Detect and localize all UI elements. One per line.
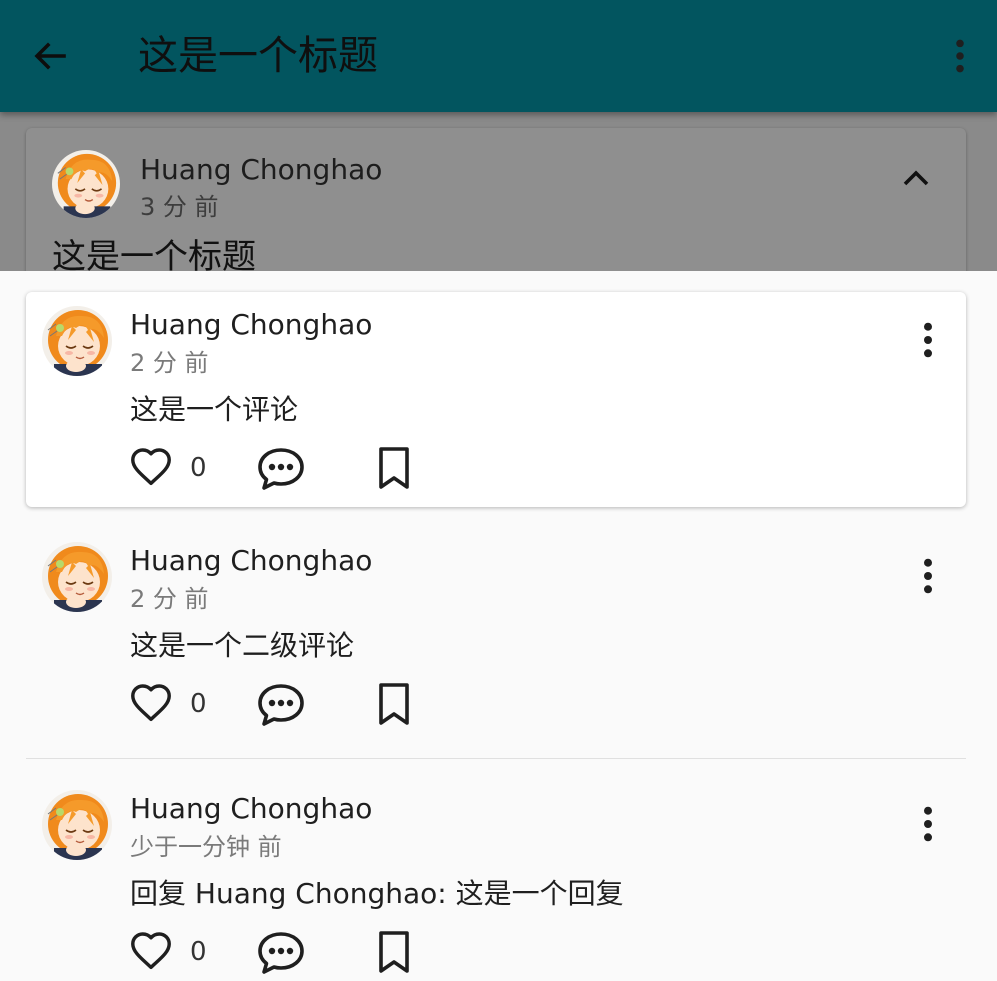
bookmark-button[interactable] bbox=[374, 680, 414, 728]
comments-sheet: Huang Chonghao 2 分 前 这是一个评论 0 Huang Chon… bbox=[0, 271, 997, 981]
heart-outline-icon bbox=[128, 681, 174, 727]
chevron-up-icon[interactable] bbox=[898, 160, 934, 196]
comment-bubble-icon bbox=[256, 680, 306, 728]
comment-author: Huang Chonghao bbox=[130, 308, 373, 341]
comment-content: 这是一个二级评论 bbox=[130, 629, 355, 662]
post-card: Huang Chonghao 3 分 前 这是一个标题 bbox=[26, 128, 966, 271]
more-vert-icon[interactable] bbox=[908, 556, 948, 596]
comment-item: Huang Chonghao 少于一分钟 前 回复 Huang Chonghao… bbox=[26, 776, 966, 981]
comment-item: Huang Chonghao 2 分 前 这是一个评论 0 bbox=[26, 292, 966, 507]
more-vert-icon[interactable] bbox=[938, 34, 982, 78]
more-vert-icon[interactable] bbox=[908, 320, 948, 360]
heart-outline-icon bbox=[128, 445, 174, 491]
comment-content: 这是一个评论 bbox=[130, 393, 299, 426]
like-button[interactable] bbox=[128, 928, 174, 976]
comment-bubble-icon bbox=[256, 444, 306, 492]
bookmark-button[interactable] bbox=[374, 928, 414, 976]
avatar bbox=[42, 790, 112, 860]
more-vert-icon[interactable] bbox=[908, 804, 948, 844]
like-count: 0 bbox=[190, 689, 207, 719]
heart-outline-icon bbox=[128, 929, 174, 975]
comment-time: 少于一分钟 前 bbox=[130, 833, 282, 861]
comment-content: 回复 Huang Chonghao: 这是一个回复 bbox=[130, 877, 624, 910]
avatar bbox=[52, 150, 120, 218]
like-count: 0 bbox=[190, 453, 207, 483]
avatar bbox=[42, 306, 112, 376]
comment-author: Huang Chonghao bbox=[130, 544, 373, 577]
reply-button[interactable] bbox=[256, 680, 306, 728]
comment-time: 2 分 前 bbox=[130, 349, 209, 377]
reply-button[interactable] bbox=[256, 928, 306, 976]
post-background: Huang Chonghao 3 分 前 这是一个标题 bbox=[0, 112, 997, 271]
comment-time: 2 分 前 bbox=[130, 585, 209, 613]
bookmark-button[interactable] bbox=[374, 444, 414, 492]
page-title: 这是一个标题 bbox=[138, 33, 378, 79]
post-author: Huang Chonghao bbox=[140, 153, 383, 186]
comment-author: Huang Chonghao bbox=[130, 792, 373, 825]
arrow-back-icon[interactable] bbox=[28, 34, 72, 78]
like-button[interactable] bbox=[128, 444, 174, 492]
avatar bbox=[42, 542, 112, 612]
post-title: 这是一个标题 bbox=[52, 237, 256, 271]
reply-button[interactable] bbox=[256, 444, 306, 492]
bookmark-outline-icon bbox=[374, 928, 414, 976]
bookmark-outline-icon bbox=[374, 680, 414, 728]
comment-item: Huang Chonghao 2 分 前 这是一个二级评论 0 bbox=[26, 528, 966, 743]
comment-bubble-icon bbox=[256, 928, 306, 976]
like-button[interactable] bbox=[128, 680, 174, 728]
app-bar: 这是一个标题 bbox=[0, 0, 997, 112]
like-count: 0 bbox=[190, 937, 207, 967]
comment-divider bbox=[26, 758, 966, 759]
bookmark-outline-icon bbox=[374, 444, 414, 492]
post-time: 3 分 前 bbox=[140, 193, 219, 221]
